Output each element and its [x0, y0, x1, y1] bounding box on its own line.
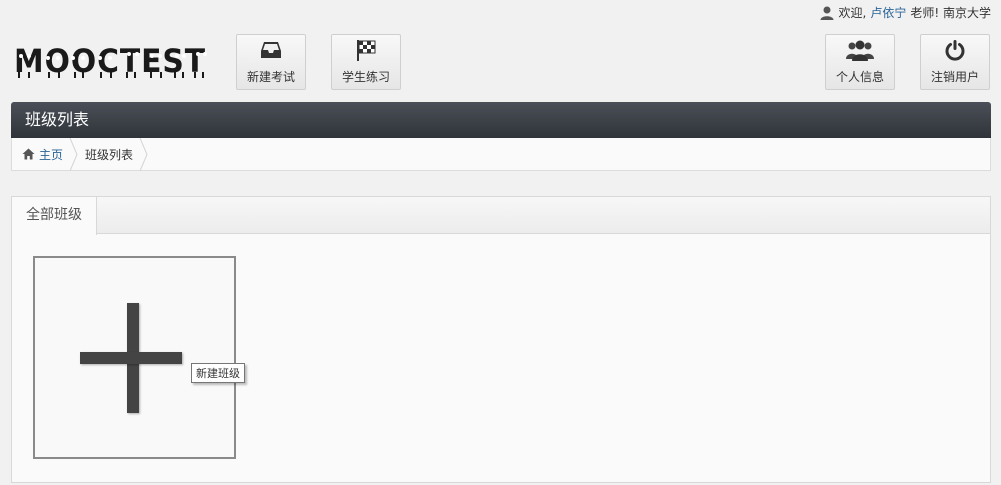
breadcrumb-separator-icon	[69, 137, 78, 171]
add-class-card[interactable]	[33, 256, 236, 459]
home-icon	[22, 148, 35, 160]
inbox-tray-icon	[261, 42, 281, 58]
new-exam-button[interactable]: 新建考试	[236, 34, 306, 90]
breadcrumb: 主页 班级列表	[11, 137, 991, 171]
breadcrumb-home-label: 主页	[39, 147, 64, 162]
new-exam-label: 新建考试	[246, 70, 295, 84]
welcome-bar: 欢迎, 卢依宁 老师! 南京大学	[819, 4, 991, 21]
logout-button[interactable]: 注销用户	[920, 34, 990, 90]
breadcrumb-separator-icon	[139, 137, 148, 171]
mooctest-logo[interactable]: MOOCTEST	[12, 42, 212, 80]
student-practice-label: 学生练习	[341, 70, 390, 84]
class-list-panel: 全部班级 新建班级	[11, 196, 991, 483]
breadcrumb-home[interactable]: 主页	[22, 146, 63, 163]
profile-button[interactable]: 个人信息	[825, 34, 895, 90]
welcome-prefix: 欢迎,	[838, 6, 867, 20]
add-class-tooltip: 新建班级	[191, 363, 245, 383]
page-title: 班级列表	[11, 102, 991, 138]
power-icon	[945, 40, 965, 61]
tab-bar: 全部班级	[12, 197, 990, 235]
plus-icon-bar	[80, 352, 182, 364]
users-group-icon	[846, 40, 874, 61]
tab-all-classes[interactable]: 全部班级	[12, 197, 97, 235]
student-practice-button[interactable]: 学生练习	[331, 34, 401, 90]
user-icon	[820, 6, 834, 20]
breadcrumb-current: 班级列表	[85, 147, 134, 162]
welcome-suffix: 老师! 南京大学	[910, 6, 991, 20]
checkered-flag-icon	[357, 40, 376, 61]
user-name-link[interactable]: 卢依宁	[870, 4, 906, 21]
profile-label: 个人信息	[835, 70, 884, 84]
logout-label: 注销用户	[930, 70, 979, 84]
